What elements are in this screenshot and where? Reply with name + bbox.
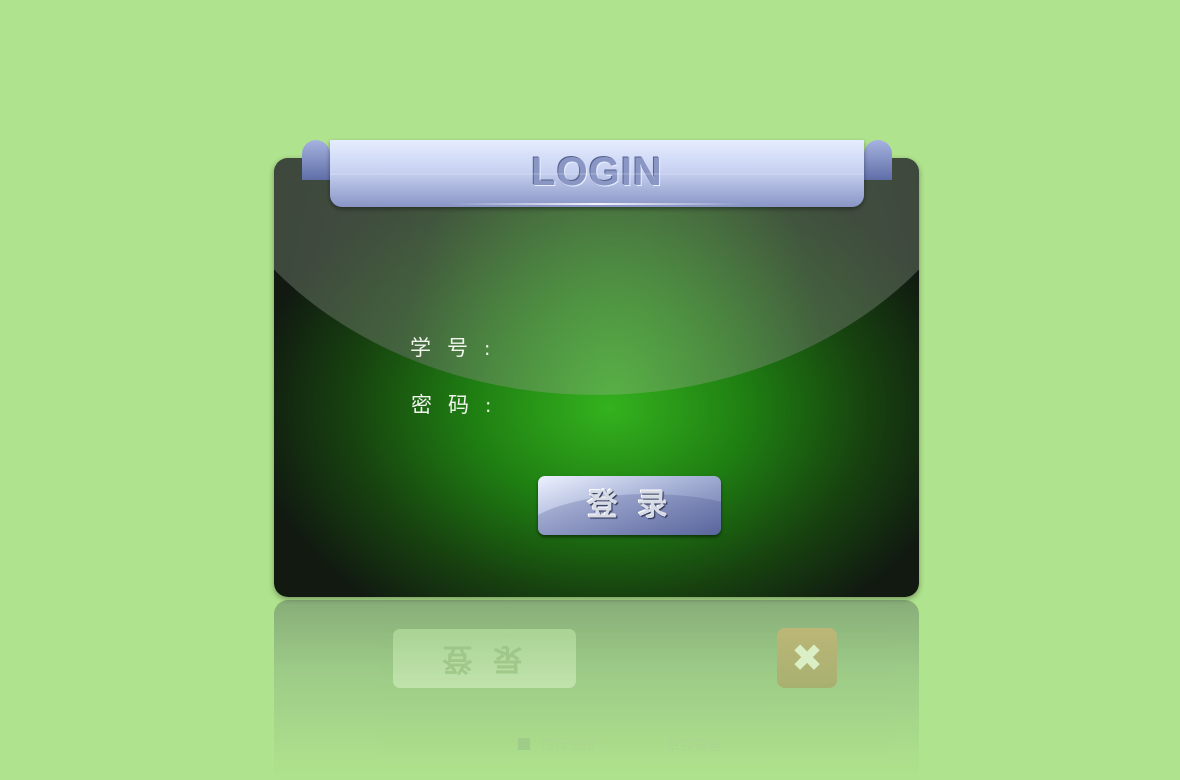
checkbox-reflection (518, 738, 530, 750)
student-id-colon: : (484, 338, 491, 360)
header-tab: LOGIN (330, 140, 864, 207)
panel-reflection: 登录 ✖ 记住密码 自动登录 (274, 600, 919, 780)
close-icon-reflection: ✖ (777, 628, 837, 688)
tab-left-ear (302, 140, 330, 180)
student-id-label-text: 学号 (410, 336, 484, 360)
password-label: 密码: (411, 389, 491, 419)
auto-login-text-reflection: 自动登录 (666, 735, 722, 751)
remember-text-reflection: 记住密码 (540, 735, 596, 751)
password-colon: : (485, 395, 492, 417)
student-id-label: 学号: (410, 332, 490, 362)
page-title: LOGIN (531, 150, 663, 194)
tab-highlight (450, 203, 744, 205)
login-button-label: 登录 (587, 488, 688, 523)
tab-right-ear (864, 140, 892, 180)
password-label-text: 密码 (411, 393, 485, 417)
login-button-reflection: 登录 (393, 629, 576, 688)
login-button[interactable]: 登录 (538, 476, 721, 535)
